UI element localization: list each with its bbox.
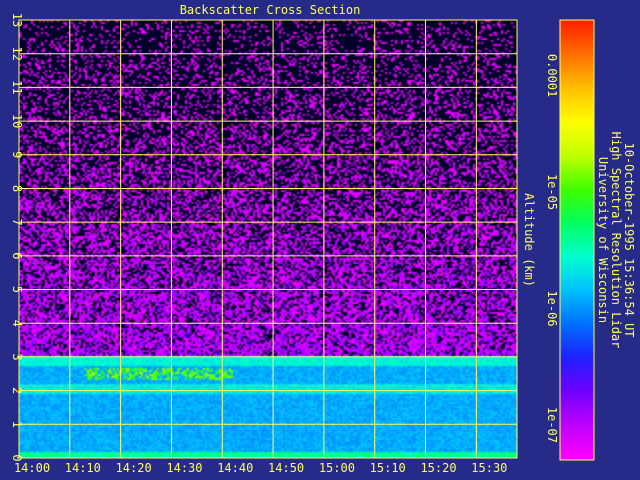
x-tick-label: 14:20 [116,461,152,475]
colorbar: 0.0001 1e-05 1e-06 1e-07 [545,19,595,461]
caption-timestamp: 10-October-1995 15:36:54 UT [622,142,636,337]
y-tick-label: 9 [10,151,24,158]
x-tick-label: 14:50 [268,461,304,475]
caption-instrument: High Spectral Resolution Lidar [609,132,623,349]
x-tick-label: 15:10 [370,461,406,475]
colorbar-ticks: 0.0001 1e-05 1e-06 1e-07 [545,54,559,443]
y-axis-label: Altitude (km) [522,193,536,287]
x-tick-label: 14:00 [14,461,50,475]
backscatter-image [19,20,517,458]
y-tick-label: 11 [10,80,24,94]
caption-institution: University of Wisconsin [596,157,610,323]
chart-title: Backscatter Cross Section [180,3,361,17]
y-tick-label: 10 [10,114,24,128]
side-caption: University of Wisconsin High Spectral Re… [596,132,636,349]
y-tick-label: 12 [10,46,24,60]
y-tick-label: 1 [10,421,24,428]
heatmap-plot [18,19,518,459]
x-tick-label: 15:00 [319,461,355,475]
colorbar-tick-label: 1e-05 [545,174,559,210]
x-tick-label: 14:30 [166,461,202,475]
y-tick-label: 8 [10,185,24,192]
colorbar-tick-label: 0.0001 [545,54,559,97]
x-tick-label: 15:20 [420,461,456,475]
lidar-figure: Backscatter Cross Section 01234567891011… [10,3,636,475]
y-tick-label: 13 [10,13,24,27]
y-tick-label: 2 [10,387,24,394]
colorbar-tick-label: 1e-06 [545,290,559,326]
y-tick-label: 3 [10,353,24,360]
x-axis-ticks: 14:00 14:10 14:20 14:30 14:40 14:50 15:00 15:10… [14,461,507,475]
colorbar-gradient [560,20,594,460]
y-tick-label: 5 [10,286,24,293]
y-tick-label: 4 [10,320,24,327]
y-tick-label: 7 [10,219,24,226]
x-tick-label: 14:10 [65,461,101,475]
y-tick-label: 6 [10,252,24,259]
colorbar-tick-label: 1e-07 [545,407,559,443]
x-tick-label: 14:40 [217,461,253,475]
x-tick-label: 15:30 [471,461,507,475]
